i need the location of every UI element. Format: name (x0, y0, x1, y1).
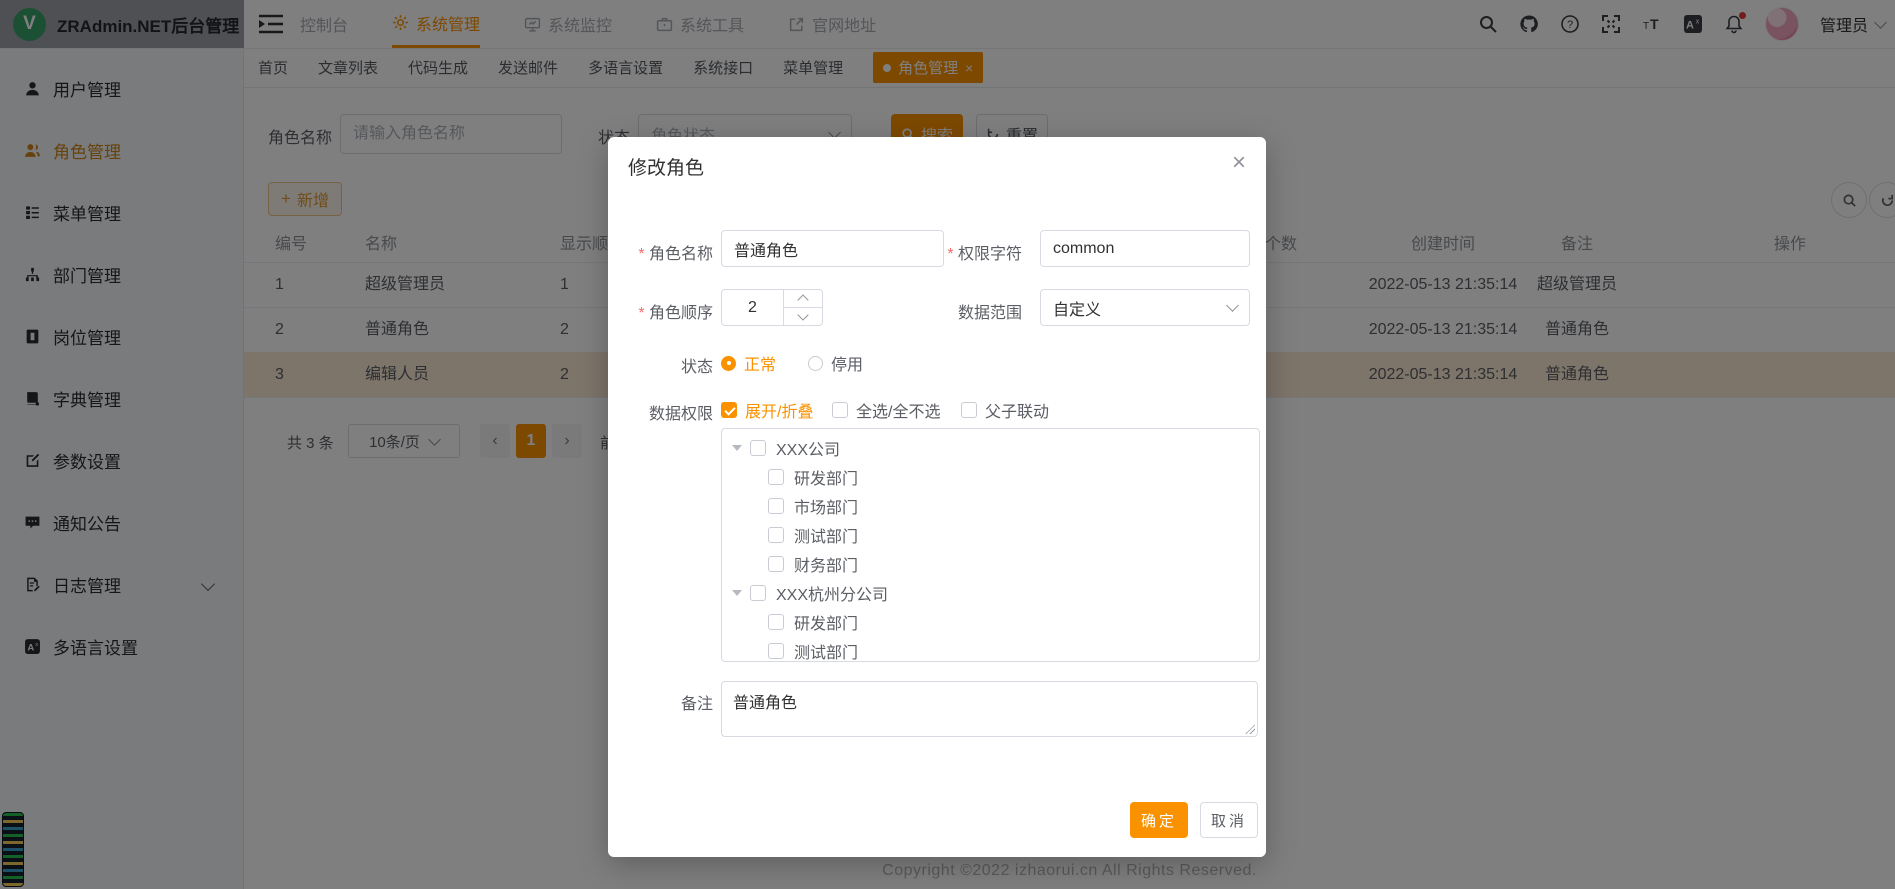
radio-label: 停用 (831, 351, 863, 375)
checkbox-checked-icon (721, 402, 737, 418)
data-scope-select[interactable]: 自定义 (1040, 289, 1250, 326)
tree-node-label: 测试部门 (794, 639, 858, 663)
tree-node-label: XXX杭州分公司 (776, 581, 888, 605)
select-all-checkbox[interactable]: 全选/全不选 (832, 398, 940, 422)
tree-node-dept[interactable]: 测试部门 (722, 637, 1260, 662)
increase-button[interactable] (784, 290, 822, 308)
checkbox-unchecked-icon (768, 556, 784, 572)
status-radio-disabled[interactable]: 停用 (808, 351, 863, 375)
data-permission-label: 数据权限 (613, 400, 713, 424)
data-scope-value: 自定义 (1053, 296, 1101, 320)
expand-collapse-checkbox[interactable]: 展开/折叠 (721, 398, 813, 422)
checkbox-label: 全选/全不选 (856, 398, 940, 422)
checkbox-label: 父子联动 (985, 398, 1049, 422)
status-label: 状态 (613, 353, 713, 377)
radio-unchecked-icon (808, 356, 823, 371)
edit-role-dialog: 修改角色 × 角色名称 权限字符 角色顺序 2 数据范围 自定义 状态 (608, 137, 1266, 857)
checkbox-unchecked-icon (768, 614, 784, 630)
parent-child-link-checkbox[interactable]: 父子联动 (961, 398, 1049, 422)
radio-label: 正常 (744, 351, 776, 375)
remark-label: 备注 (613, 690, 713, 714)
role-key-label: 权限字符 (922, 240, 1022, 264)
chevron-up-icon (797, 294, 808, 305)
tree-node-dept[interactable]: 测试部门 (722, 521, 1260, 548)
radio-checked-icon (721, 356, 736, 371)
decrease-button[interactable] (784, 308, 822, 325)
role-name-value[interactable] (734, 240, 931, 258)
tree-node-label: 测试部门 (794, 523, 858, 547)
role-order-value: 2 (722, 299, 783, 317)
stepper-controls (783, 290, 822, 325)
role-order-stepper[interactable]: 2 (721, 289, 823, 326)
checkbox-unchecked-icon (768, 643, 784, 659)
role-order-label: 角色顺序 (613, 299, 713, 323)
confirm-button[interactable]: 确定 (1130, 802, 1188, 838)
chevron-down-icon (1226, 299, 1239, 312)
tree-node-label: XXX公司 (776, 436, 840, 460)
tree-node-dept[interactable]: 市场部门 (722, 492, 1260, 519)
tree-node-label: 研发部门 (794, 610, 858, 634)
role-key-field[interactable] (1040, 230, 1250, 267)
checkbox-unchecked-icon (750, 440, 766, 456)
remark-value: 普通角色 (733, 695, 797, 712)
close-icon[interactable]: × (1232, 151, 1246, 175)
status-radio-normal[interactable]: 正常 (721, 351, 776, 375)
tree-node-label: 市场部门 (794, 494, 858, 518)
permission-tree: XXX公司 研发部门 市场部门 测试部门 财务部门 XXX杭州分公司 (721, 428, 1260, 662)
tree-node-label: 财务部门 (794, 552, 858, 576)
resize-handle-icon[interactable] (1245, 724, 1255, 734)
tree-node-label: 研发部门 (794, 465, 858, 489)
checkbox-unchecked-icon (832, 402, 848, 418)
role-name-label: 角色名称 (613, 240, 713, 264)
role-name-field[interactable] (721, 230, 944, 267)
checkbox-label: 展开/折叠 (745, 398, 813, 422)
chevron-down-icon (797, 309, 808, 320)
tree-node-dept[interactable]: 财务部门 (722, 550, 1260, 577)
tree-node-dept[interactable]: 研发部门 (722, 608, 1260, 635)
app-screen: V ZRAdmin.NET后台管理 控制台 系统管理 系统监控 系统工具 官网地… (0, 0, 1895, 889)
checkbox-unchecked-icon (768, 527, 784, 543)
checkbox-unchecked-icon (768, 469, 784, 485)
checkbox-unchecked-icon (768, 498, 784, 514)
cancel-button[interactable]: 取消 (1200, 802, 1258, 838)
remark-textarea[interactable]: 普通角色 (721, 681, 1258, 737)
dialog-title: 修改角色 (628, 153, 704, 180)
checkbox-unchecked-icon (750, 585, 766, 601)
checkbox-unchecked-icon (961, 402, 977, 418)
caret-down-icon[interactable] (732, 590, 742, 596)
caret-down-icon[interactable] (732, 445, 742, 451)
role-key-value[interactable] (1053, 240, 1237, 258)
tree-node-branch-company[interactable]: XXX杭州分公司 (722, 579, 1260, 606)
tree-node-dept[interactable]: 研发部门 (722, 463, 1260, 490)
data-scope-label: 数据范围 (922, 299, 1022, 323)
tree-node-company[interactable]: XXX公司 (722, 434, 1260, 461)
